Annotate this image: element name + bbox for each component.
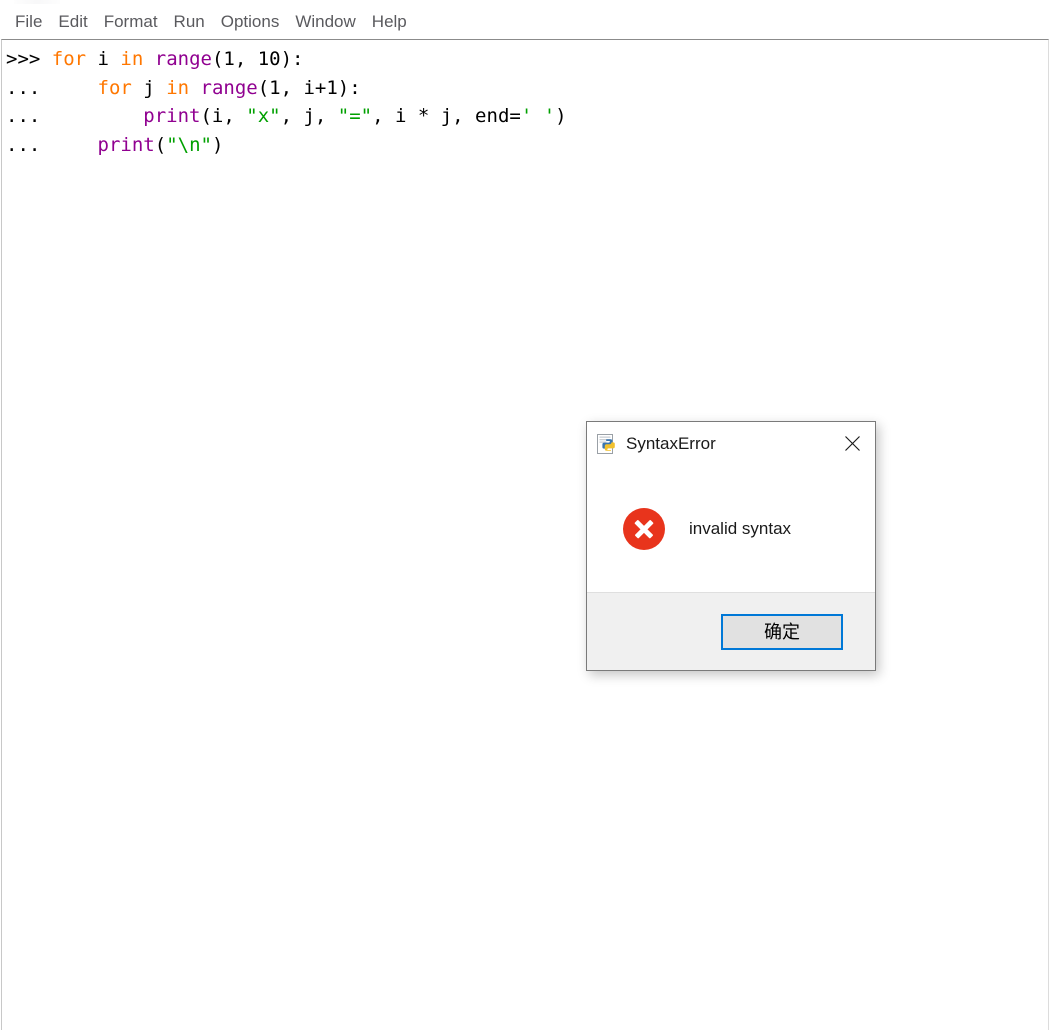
shell-line: ... for j in range(1, i+1): — [6, 74, 567, 103]
window-title-bar-sliver — [0, 0, 1057, 8]
menu-options[interactable]: Options — [213, 11, 288, 35]
title-bar-ghost-text — [14, 0, 60, 4]
shell-prompt: ... — [6, 76, 52, 99]
code-token-plain: (i, — [200, 105, 247, 127]
menu-run[interactable]: Run — [166, 11, 213, 35]
code-token-plain: , i * j, end= — [372, 105, 521, 127]
code-token-builtin: range — [154, 48, 212, 70]
code-token-plain: ( — [154, 133, 167, 156]
menu-file[interactable]: File — [7, 11, 50, 35]
shell-code-content: >>> for i in range(1, 10):... for j in r… — [6, 45, 567, 159]
close-icon[interactable] — [830, 422, 875, 465]
shell-line: >>> for i in range(1, 10): — [6, 45, 567, 74]
dialog-message: invalid syntax — [689, 519, 792, 538]
menu-window[interactable]: Window — [287, 11, 363, 35]
code-token-keyword: in — [120, 48, 144, 70]
code-token-builtin: print — [143, 105, 201, 127]
menu-bar: File Edit Format Run Options Window Help — [0, 8, 1057, 38]
code-token-plain: i — [86, 48, 121, 70]
menu-format[interactable]: Format — [96, 11, 166, 35]
code-token-plain: (1, i+1): — [257, 76, 361, 99]
shell-prompt: ... — [6, 133, 52, 156]
code-token-string: "=" — [337, 105, 373, 127]
code-token-plain: , j, — [280, 105, 338, 127]
syntax-error-dialog: SyntaxError invalid syntax 确定 — [586, 421, 876, 671]
error-cross-icon — [623, 507, 665, 550]
code-token-keyword: in — [166, 76, 190, 99]
ok-button[interactable]: 确定 — [721, 613, 843, 650]
code-token-builtin: print — [97, 133, 155, 156]
code-token-string: ' ' — [520, 105, 556, 127]
shell-line: ... print("\n") — [6, 131, 567, 160]
code-token-plain: j — [131, 76, 167, 99]
dialog-footer: 确定 — [587, 592, 875, 670]
code-token-builtin: range — [200, 76, 258, 99]
shell-text-area[interactable]: >>> for i in range(1, 10):... for j in r… — [1, 39, 1049, 1030]
code-token-plain: (1, 10): — [211, 48, 304, 70]
python-document-icon — [597, 433, 617, 454]
code-token-keyword: for — [51, 48, 87, 70]
menu-help[interactable]: Help — [364, 11, 415, 35]
shell-prompt: ... — [6, 105, 52, 127]
shell-scrollbar-track[interactable] — [1041, 40, 1048, 1030]
dialog-body: invalid syntax — [587, 465, 875, 592]
code-token-plain: ) — [211, 133, 224, 156]
shell-prompt: >>> — [6, 48, 52, 70]
dialog-title: SyntaxError — [626, 433, 716, 453]
shell-line: ... print(i, "x", j, "=", i * j, end=' '… — [6, 102, 567, 131]
code-token-plain: ) — [555, 105, 567, 127]
code-token-string: "x" — [246, 105, 281, 127]
code-token-keyword: for — [97, 76, 132, 99]
menu-edit[interactable]: Edit — [50, 11, 95, 35]
dialog-title-bar[interactable]: SyntaxError — [587, 422, 875, 465]
code-token-string: "\n" — [166, 133, 212, 156]
